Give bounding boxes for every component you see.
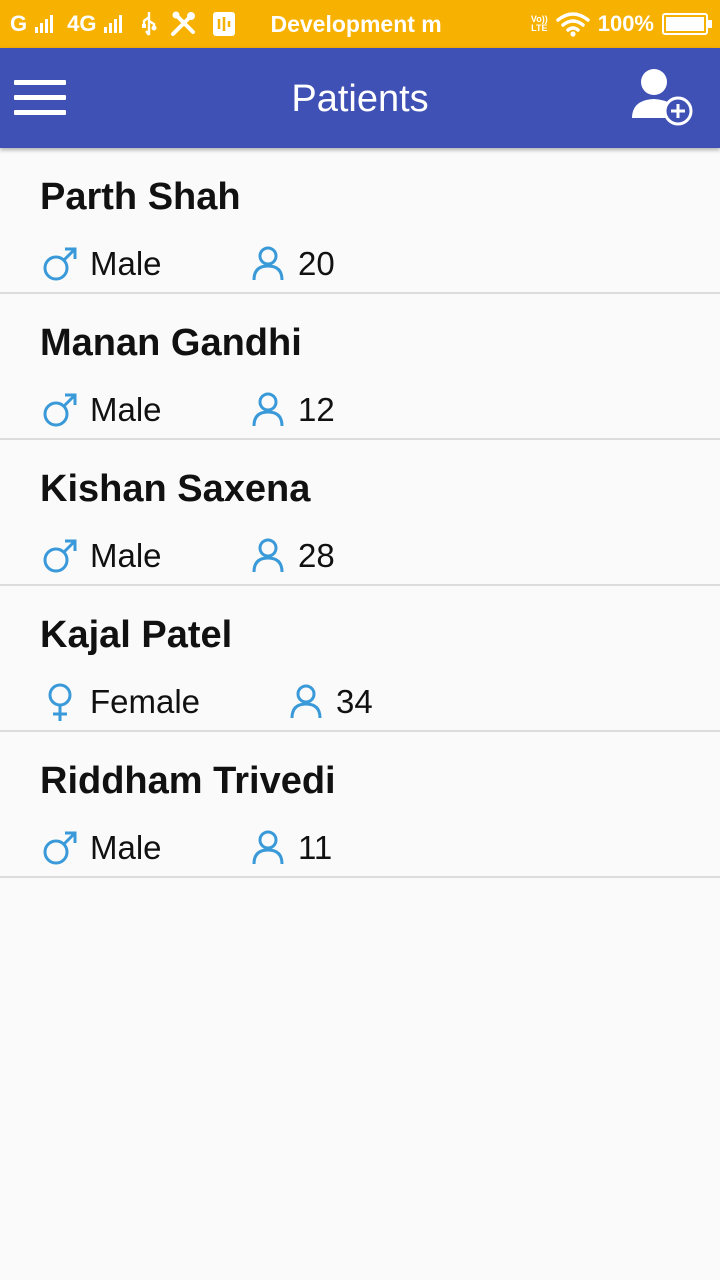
patient-list-item[interactable]: Riddham Trivedi Male 11 xyxy=(0,732,720,878)
person-icon xyxy=(252,392,284,427)
age-label: 34 xyxy=(336,683,373,720)
age-group: 34 xyxy=(286,682,373,722)
patient-list-item[interactable]: Kishan Saxena Male 28 xyxy=(0,440,720,586)
signal-icon-2 xyxy=(104,15,123,33)
age-label: 20 xyxy=(298,245,335,282)
carrier-2-label: 4G xyxy=(67,11,97,36)
battery-level xyxy=(666,17,704,31)
patient-list-item[interactable]: Kajal Patel Female 34 xyxy=(0,586,720,732)
wifi-icon xyxy=(555,12,590,37)
gender-label: Female xyxy=(90,683,201,720)
tools-icon xyxy=(171,11,196,36)
age-group: 12 xyxy=(248,390,335,430)
age-label: 28 xyxy=(298,537,335,574)
patient-name: Manan Gandhi xyxy=(40,322,302,364)
age-group: 28 xyxy=(248,536,335,576)
female-icon xyxy=(40,682,80,722)
male-icon xyxy=(40,828,80,868)
patient-list: Parth Shah Male 20 Manan Gandhi Male 12 … xyxy=(0,148,720,878)
person-icon xyxy=(290,684,322,719)
status-bar: G 4G Development m Vo)) LTE 100% xyxy=(0,0,720,48)
battery-percent: 100% xyxy=(597,11,654,36)
age-label: 11 xyxy=(298,829,333,866)
signal-icon xyxy=(35,15,54,33)
male-icon xyxy=(40,536,80,576)
app-bar: Patients xyxy=(0,48,720,148)
gender-group: Male xyxy=(40,828,162,868)
patient-name: Kajal Patel xyxy=(40,614,233,656)
add-user-icon xyxy=(632,69,693,126)
patient-name: Kishan Saxena xyxy=(40,468,311,510)
person-icon xyxy=(252,830,284,865)
debug-icon xyxy=(213,12,236,36)
patient-name: Riddham Trivedi xyxy=(40,760,336,802)
patient-list-item[interactable]: Manan Gandhi Male 12 xyxy=(0,294,720,440)
battery-icon xyxy=(662,13,712,35)
gender-group: Male xyxy=(40,390,162,430)
gender-group: Male xyxy=(40,244,162,284)
page-title: Patients xyxy=(291,78,429,120)
carrier-1-label: G xyxy=(10,11,28,36)
gender-group: Female xyxy=(40,682,200,722)
gender-label: Male xyxy=(90,245,162,282)
male-icon xyxy=(40,390,80,430)
age-group: 11 xyxy=(248,828,332,868)
gender-group: Male xyxy=(40,536,162,576)
usb-icon xyxy=(142,12,157,36)
age-label: 12 xyxy=(298,391,335,428)
notification-text: Development m xyxy=(270,10,442,37)
male-icon xyxy=(40,244,80,284)
gender-label: Male xyxy=(90,391,162,428)
age-group: 20 xyxy=(248,244,335,284)
patient-list-item[interactable]: Parth Shah Male 20 xyxy=(0,148,720,294)
patient-name: Parth Shah xyxy=(40,176,241,218)
volte-bottom-label: LTE xyxy=(531,23,548,33)
person-icon xyxy=(252,246,284,281)
gender-label: Male xyxy=(90,829,162,866)
volte-indicator: Vo)) LTE xyxy=(531,15,548,33)
person-icon xyxy=(252,538,284,573)
gender-label: Male xyxy=(90,537,162,574)
add-patient-button[interactable] xyxy=(628,66,696,130)
